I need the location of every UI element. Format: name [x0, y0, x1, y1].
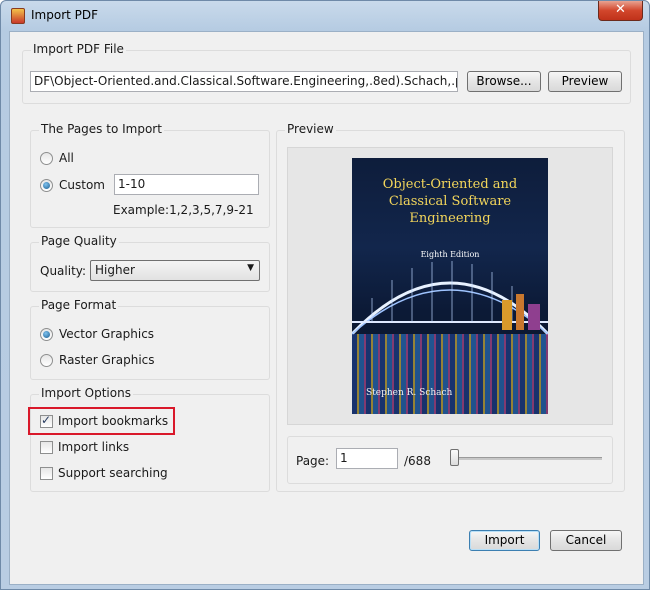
import-links-label: Import links	[58, 440, 130, 454]
raster-graphics-radio[interactable]	[40, 354, 53, 367]
vector-graphics-radio[interactable]	[40, 328, 53, 341]
preview-pane: Object-Oriented and Classical Software E…	[287, 147, 613, 425]
pages-group-title: The Pages to Import	[39, 122, 164, 136]
import-bookmarks-checkbox[interactable]	[40, 413, 53, 428]
page-number-input[interactable]: 1	[336, 448, 398, 469]
import-links-checkbox[interactable]	[40, 441, 53, 454]
support-searching-label: Support searching	[58, 466, 168, 480]
preview-group-title: Preview	[285, 122, 336, 136]
page-slider-track[interactable]	[450, 457, 602, 460]
custom-pages-label: Custom	[59, 178, 105, 192]
custom-pages-radio[interactable]	[40, 179, 53, 192]
format-group-title: Page Format	[39, 298, 119, 312]
title-bar[interactable]: Import PDF ✕	[1, 1, 649, 31]
cover-title: Object-Oriented and Classical Software E…	[352, 176, 548, 227]
custom-pages-input[interactable]: 1-10	[114, 174, 259, 195]
cover-title-line1: Object-Oriented and	[382, 177, 518, 192]
import-bookmarks-label: Import bookmarks	[58, 414, 169, 428]
book-cover-image: Object-Oriented and Classical Software E…	[352, 158, 548, 414]
raster-graphics-label: Raster Graphics	[59, 353, 155, 367]
window-title: Import PDF	[31, 8, 99, 22]
options-group-title: Import Options	[39, 386, 133, 400]
close-icon[interactable]: ✕	[598, 1, 643, 21]
quality-select-value: Higher	[95, 263, 135, 277]
quality-select[interactable]: Higher ▼	[90, 260, 260, 281]
pages-example-text: Example:1,2,3,5,7,9-21	[113, 203, 254, 217]
cover-author: Stephen R. Schach	[366, 388, 453, 398]
quality-label: Quality:	[40, 264, 87, 278]
page-total: /688	[404, 454, 431, 468]
format-group: Page Format	[30, 298, 270, 380]
import-button[interactable]: Import	[469, 530, 540, 551]
import-file-group-title: Import PDF File	[31, 42, 126, 56]
water-reflection	[352, 334, 548, 414]
all-pages-label: All	[59, 151, 74, 165]
preview-button[interactable]: Preview	[548, 71, 622, 92]
quality-group-title: Page Quality	[39, 234, 119, 248]
cover-title-line3: Engineering	[409, 211, 491, 226]
bridge-illustration	[352, 261, 548, 336]
page-slider-thumb[interactable]	[450, 449, 459, 466]
support-searching-checkbox[interactable]	[40, 467, 53, 480]
pdf-app-icon	[11, 8, 25, 24]
all-pages-radio[interactable]	[40, 152, 53, 165]
browse-button[interactable]: Browse...	[467, 71, 541, 92]
cover-title-line2: Classical Software	[388, 194, 512, 209]
cancel-button[interactable]: Cancel	[550, 530, 622, 551]
chevron-down-icon: ▼	[247, 263, 254, 273]
import-pdf-dialog: Import PDF ✕ Import PDF File DF\Object-O…	[0, 0, 650, 590]
dialog-client-area: Import PDF File DF\Object-Oriented.and.C…	[9, 31, 644, 585]
file-path-input[interactable]: DF\Object-Oriented.and.Classical.Softwar…	[30, 71, 458, 92]
page-label: Page:	[296, 454, 330, 468]
vector-graphics-label: Vector Graphics	[59, 327, 155, 341]
